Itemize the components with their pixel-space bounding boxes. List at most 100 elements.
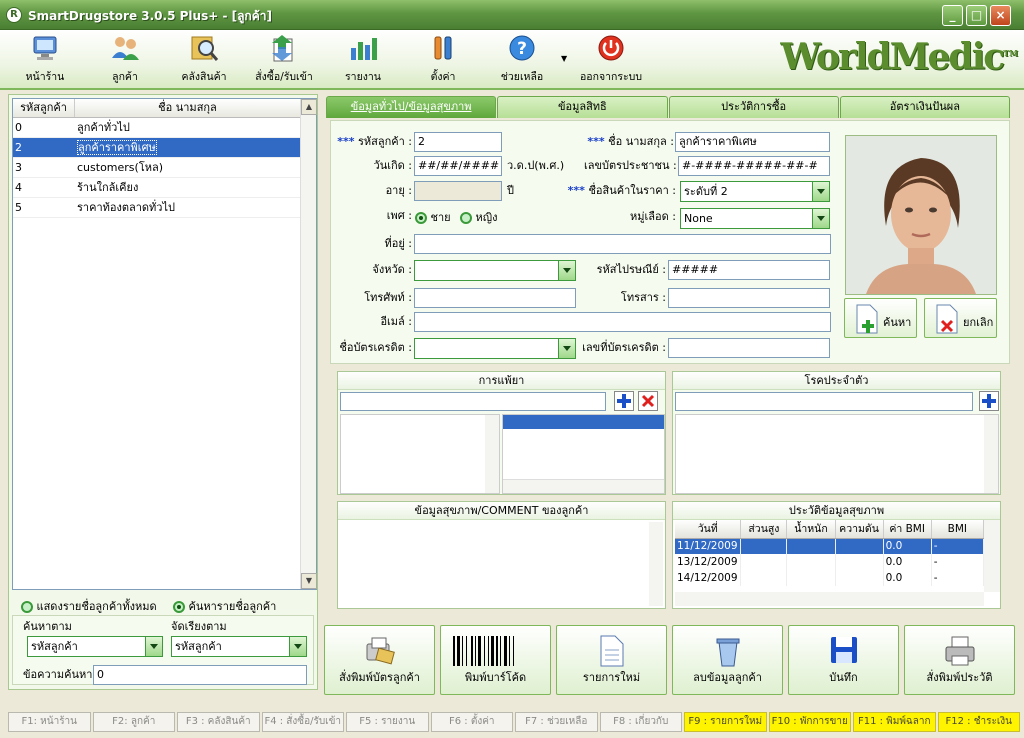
toolbar-inventory[interactable]: คลังสินค้า — [178, 32, 230, 88]
phone-input[interactable] — [414, 288, 576, 308]
function-key-10[interactable]: F10 : พักการขาย — [768, 712, 851, 732]
customer-code-input[interactable]: 2 — [414, 132, 502, 152]
function-key-12[interactable]: F12 : ชำระเงิน — [937, 712, 1020, 732]
toolbar-help[interactable]: ? ช่วยเหลือ — [496, 32, 548, 88]
scroll-down-arrow[interactable]: ▼ — [301, 573, 317, 589]
disease-input[interactable] — [675, 392, 973, 411]
radio-male[interactable] — [415, 212, 427, 224]
customer-name-input[interactable]: ลูกค้าราคาพิเศษ — [675, 132, 830, 152]
toolbar-logout[interactable]: ออกจากระบบ — [574, 32, 648, 88]
toolbar-settings[interactable]: ตั้งค่า — [420, 32, 466, 88]
print-barcode-button[interactable]: พิมพ์บาร์โค้ด — [440, 625, 551, 695]
add-disease-button[interactable] — [979, 391, 999, 411]
toolbar-storefront[interactable]: หน้าร้าน — [20, 32, 70, 88]
function-key-5[interactable]: F5 : รายงาน — [346, 712, 429, 732]
allergy-selected-row[interactable] — [503, 415, 664, 429]
price-level-select[interactable]: ระดับที่ 2 — [680, 181, 830, 202]
chevron-down-icon[interactable] — [289, 637, 306, 656]
health-history-hscroll[interactable] — [675, 592, 984, 606]
table-row[interactable]: 2 ลูกค้าราคาพิเศษ — [13, 138, 316, 158]
chevron-down-icon[interactable] — [812, 182, 829, 201]
address-input[interactable] — [414, 234, 831, 254]
disease-list-scrollbar[interactable] — [984, 415, 998, 493]
blood-type-select[interactable]: None — [680, 208, 830, 229]
birthdate-input[interactable]: ##/##/#### — [414, 156, 502, 176]
column-header[interactable]: น้ำหนัก — [786, 520, 836, 539]
print-card-button[interactable]: สั่งพิมพ์บัตรลูกค้า — [324, 625, 435, 695]
function-key-2[interactable]: F2: ลูกค้า — [92, 712, 175, 732]
id-card-input[interactable]: #-####-#####-##-# — [678, 156, 830, 176]
chevron-down-icon[interactable] — [558, 339, 575, 358]
search-text-input[interactable]: 0 — [93, 665, 307, 685]
column-header-code[interactable]: รหัสลูกค้า — [13, 99, 75, 117]
function-key-3[interactable]: F3 : คลังสินค้า — [177, 712, 260, 732]
function-key-8[interactable]: F8 : เกี่ยวกับ — [599, 712, 682, 732]
column-header[interactable]: ส่วนสูง — [740, 520, 788, 539]
maximize-button[interactable]: □ — [966, 5, 987, 26]
gender-female-option[interactable]: หญิง — [460, 208, 498, 226]
table-row[interactable]: 3 customers(โหล) — [13, 158, 316, 178]
radio-search[interactable] — [173, 601, 185, 613]
column-header[interactable]: ความดัน — [835, 520, 884, 539]
close-button[interactable]: × — [990, 5, 1011, 26]
search-by-select[interactable]: รหัสลูกค้า — [27, 636, 163, 657]
fax-input[interactable] — [668, 288, 830, 308]
chevron-down-icon[interactable] — [145, 637, 162, 656]
new-record-button[interactable]: รายการใหม่ — [556, 625, 667, 695]
radio-female[interactable] — [460, 212, 472, 224]
delete-customer-button[interactable]: ลบข้อมูลลูกค้า — [672, 625, 783, 695]
search-customers-option[interactable]: ค้นหารายชื่อลูกค้า — [173, 597, 276, 615]
function-key-4[interactable]: F4 : สั่งซื้อ/รับเข้า — [261, 712, 344, 732]
tab-general-health[interactable]: ข้อมูลทั่วไป/ข้อมูลสุขภาพ — [326, 96, 497, 118]
tab-purchase-history[interactable]: ประวัติการซื้อ — [668, 96, 839, 118]
comment-textarea[interactable] — [340, 522, 663, 606]
minimize-button[interactable]: _ — [942, 5, 963, 26]
credit-card-select[interactable] — [414, 338, 576, 359]
allergy-list-scrollbar[interactable] — [485, 415, 499, 493]
gender-male-option[interactable]: ชาย — [415, 208, 451, 226]
credit-card-number-input[interactable] — [668, 338, 830, 358]
app-icon[interactable]: R — [6, 7, 22, 23]
column-header-name[interactable]: ชื่อ นามสกุล — [75, 99, 301, 117]
toolbar-customers[interactable]: ลูกค้า — [100, 32, 150, 88]
table-row[interactable]: 14/12/2009 0.0- — [675, 570, 984, 586]
grid-scrollbar[interactable]: ▲ ▼ — [300, 99, 317, 589]
chevron-down-icon[interactable] — [558, 261, 575, 280]
show-all-customers-option[interactable]: แสดงรายชื่อลูกค้าทั้งหมด — [21, 597, 157, 615]
help-dropdown-arrow[interactable]: ▼ — [561, 54, 567, 63]
tab-rights[interactable]: ข้อมูลสิทธิ — [497, 96, 668, 118]
photo-cancel-button[interactable]: ยกเลิก — [924, 298, 997, 338]
function-key-6[interactable]: F6 : ตั้งค่า — [430, 712, 513, 732]
allergy-input[interactable] — [340, 392, 606, 411]
tab-dividend-rate[interactable]: อัตราเงินปันผล — [839, 96, 1010, 118]
function-key-7[interactable]: F7 : ช่วยเหลือ — [515, 712, 598, 732]
remove-allergy-button[interactable] — [638, 391, 658, 411]
health-history-vscroll[interactable] — [984, 520, 1000, 592]
add-allergy-button[interactable] — [614, 391, 634, 411]
health-history-table[interactable]: วันที่ ส่วนสูง น้ำหนัก ความดัน ค่า BMI BMI 11… — [675, 520, 984, 592]
function-key-1[interactable]: F1: หน้าร้าน — [8, 712, 91, 732]
allergy-list[interactable] — [340, 414, 500, 494]
scroll-up-arrow[interactable]: ▲ — [301, 99, 317, 115]
toolbar-reports[interactable]: รายงาน — [340, 32, 386, 88]
allergy-hscrollbar[interactable] — [503, 479, 664, 493]
table-row[interactable]: 11/12/2009 0.0- — [675, 538, 984, 554]
chevron-down-icon[interactable] — [812, 209, 829, 228]
disease-list[interactable] — [675, 414, 999, 494]
email-input[interactable] — [414, 312, 831, 332]
function-key-9[interactable]: F9 : รายการใหม่ — [684, 712, 767, 732]
table-row[interactable]: 5 ราคาท้องตลาดทั่วไป — [13, 198, 316, 218]
sort-by-select[interactable]: รหัสลูกค้า — [171, 636, 307, 657]
column-header[interactable]: วันที่ — [675, 520, 742, 539]
comment-scrollbar[interactable] — [649, 522, 663, 606]
table-row[interactable]: 4 ร้านใกล้เคียง — [13, 178, 316, 198]
photo-search-button[interactable]: ค้นหา — [844, 298, 917, 338]
zip-input[interactable]: ##### — [668, 260, 830, 280]
column-header[interactable]: BMI — [931, 520, 984, 539]
function-key-11[interactable]: F11 : พิมพ์ฉลาก — [853, 712, 936, 732]
province-select[interactable] — [414, 260, 576, 281]
radio-show-all[interactable] — [21, 601, 33, 613]
toolbar-orders[interactable]: สั่งซื้อ/รับเข้า — [252, 32, 316, 88]
save-button[interactable]: บันทึก — [788, 625, 899, 695]
allergy-detail-list[interactable] — [502, 414, 665, 494]
